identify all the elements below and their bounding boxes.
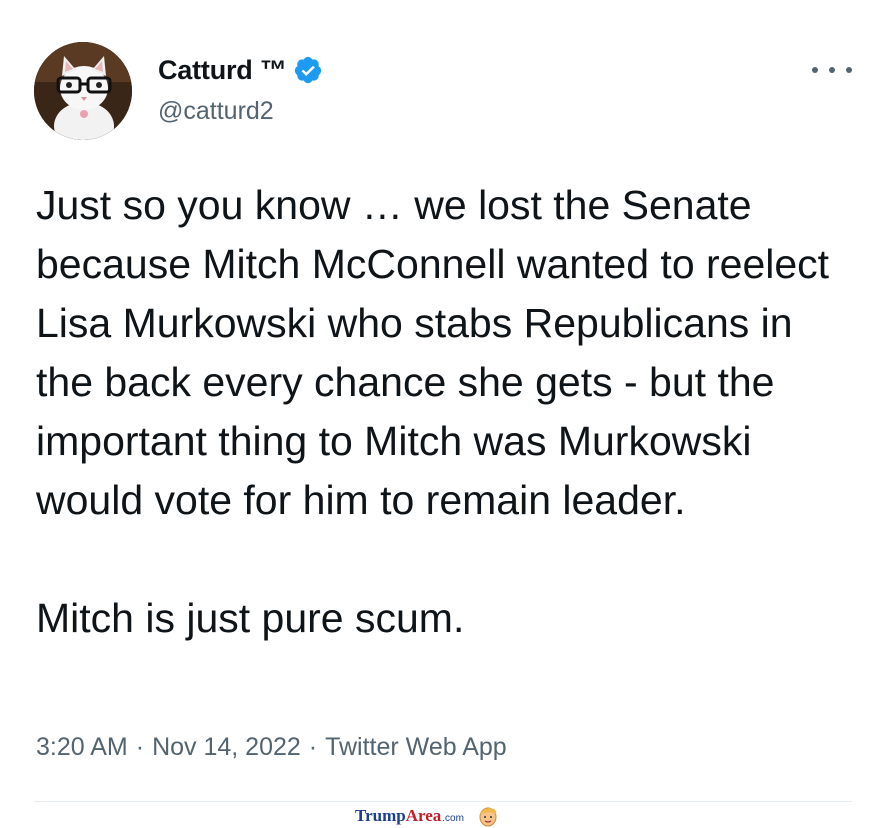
watermark-brand-part1: Trump (355, 806, 406, 825)
trump-face-icon (479, 807, 497, 827)
tweet-date[interactable]: Nov 14, 2022 (152, 733, 301, 761)
author-name-row[interactable]: Catturd ™ (158, 54, 323, 86)
tweet-card: Catturd ™ @catturd2 Just so you know … w… (0, 0, 884, 828)
divider (34, 801, 852, 802)
meta-separator: · (135, 733, 145, 761)
dot-icon (812, 67, 818, 73)
verified-badge-icon (293, 55, 323, 85)
cat-avatar-icon (34, 42, 132, 140)
tweet-time[interactable]: 3:20 AM (36, 733, 128, 761)
tweet-paragraph-2: Mitch is just pure scum. (36, 595, 465, 641)
tweet-paragraph-1: Just so you know … we lost the Senate be… (36, 182, 830, 523)
tweet-text: Just so you know … we lost the Senate be… (36, 176, 856, 648)
dot-icon (846, 67, 852, 73)
watermark: Trump Area .com (355, 805, 498, 827)
watermark-brand-suffix: .com (442, 813, 464, 824)
author-handle[interactable]: @catturd2 (158, 97, 274, 126)
tweet-source[interactable]: Twitter Web App (325, 733, 507, 761)
watermark-brand-part2: Area (405, 806, 442, 825)
tweet-meta: 3:20 AM · Nov 14, 2022 · Twitter Web App (36, 733, 507, 762)
display-name[interactable]: Catturd ™ (158, 55, 287, 86)
more-options-icon[interactable] (812, 60, 852, 80)
meta-separator: · (308, 733, 318, 761)
dot-icon (829, 67, 835, 73)
avatar[interactable] (34, 42, 132, 140)
